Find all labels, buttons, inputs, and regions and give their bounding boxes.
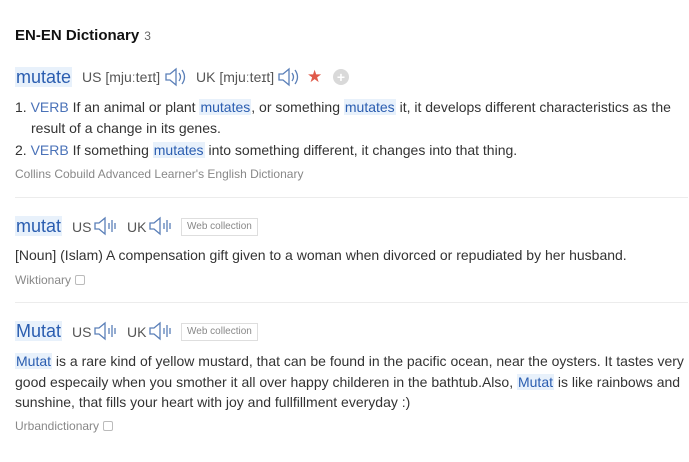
highlight-word: mutates: [152, 142, 205, 158]
highlight-word: mutates: [199, 99, 252, 115]
definition-text: it, it develops different characteristic…: [395, 99, 671, 115]
source-urbandictionary[interactable]: Urbandictionary: [15, 419, 114, 433]
source-label: Wiktionary: [15, 273, 72, 287]
source-collins: Collins Cobuild Advanced Learner's Engli…: [15, 167, 304, 181]
us-label: US: [72, 219, 92, 235]
definition-text: , or something: [251, 99, 344, 115]
headword-mutat[interactable]: mutat: [15, 216, 63, 236]
part-of-speech: VERB: [30, 142, 69, 158]
divider: [15, 197, 688, 198]
uk-label: UK: [127, 219, 147, 235]
star-icon[interactable]: ★: [307, 68, 322, 85]
speaker-icon[interactable]: [277, 67, 301, 87]
definition-number: 2.: [15, 142, 27, 158]
speaker-icon[interactable]: [148, 216, 174, 236]
definition-text: into something different, it changes int…: [204, 142, 518, 158]
us-label: US: [72, 324, 92, 340]
definition-Mutat-line1: Mutat is a rare kind of yellow mustard, …: [15, 353, 684, 369]
web-collection-badge: Web collection: [181, 323, 258, 341]
source-label: Urbandictionary: [15, 419, 100, 433]
divider: [15, 302, 688, 303]
uk-pronunciation: UK [mjuːteɪt]: [196, 69, 274, 85]
external-link-icon[interactable]: [103, 421, 114, 431]
headword-mutate[interactable]: mutate: [15, 67, 73, 87]
us-label: US: [82, 69, 102, 85]
section-title: EN-EN Dictionary 3: [15, 27, 151, 44]
definition-Mutat-line3: sunshine, that fills your heart with joy…: [15, 394, 411, 410]
part-of-speech: VERB: [30, 99, 69, 115]
headword-Mutat[interactable]: Mutat: [15, 321, 63, 341]
add-icon[interactable]: +: [333, 69, 349, 85]
entry-count: 3: [144, 29, 151, 43]
definition-mutat: [Noun] (Islam) A compensation gift given…: [15, 247, 627, 263]
entry-mutate: mutate: [15, 67, 73, 88]
source-wiktionary[interactable]: Wiktionary: [15, 273, 86, 287]
uk-label: UK: [196, 69, 216, 85]
speaker-icon[interactable]: [93, 216, 119, 236]
definition-Mutat-line2: good especaily when you smother it all o…: [15, 374, 680, 390]
definition-text: good especaily when you smother it all o…: [15, 374, 517, 390]
speaker-icon[interactable]: [148, 321, 174, 341]
external-link-icon[interactable]: [75, 275, 86, 285]
speaker-icon[interactable]: [164, 67, 188, 87]
uk-label: UK: [127, 324, 147, 340]
speaker-icon[interactable]: [93, 321, 119, 341]
web-collection-badge: Web collection: [181, 218, 258, 236]
us-pronunciation: US [mjuːteɪt]: [82, 69, 160, 85]
highlight-word: Mutat: [15, 353, 53, 369]
definition-number: 1.: [15, 99, 27, 115]
highlight-word: Mutat: [516, 374, 554, 390]
definition-text: is a rare kind of yellow mustard, that c…: [52, 353, 684, 369]
definition-1: 1. VERB If an animal or plant mutates, o…: [15, 99, 671, 115]
entry-Mutat: Mutat: [15, 321, 63, 342]
definition-text: If an animal or plant: [72, 99, 200, 115]
definition-text: If something: [72, 142, 153, 158]
section-title-text: EN-EN Dictionary: [15, 27, 140, 44]
definition-1-continued: result of a change in its genes.: [31, 120, 221, 136]
definition-text: is like rainbows and: [554, 374, 681, 390]
entry-mutat: mutat: [15, 216, 63, 237]
definition-2: 2. VERB If something mutates into someth…: [15, 142, 517, 158]
us-phonetic: [mjuːteɪt]: [105, 69, 161, 85]
highlight-word: mutates: [343, 99, 396, 115]
uk-phonetic: [mjuːteɪt]: [219, 69, 275, 85]
